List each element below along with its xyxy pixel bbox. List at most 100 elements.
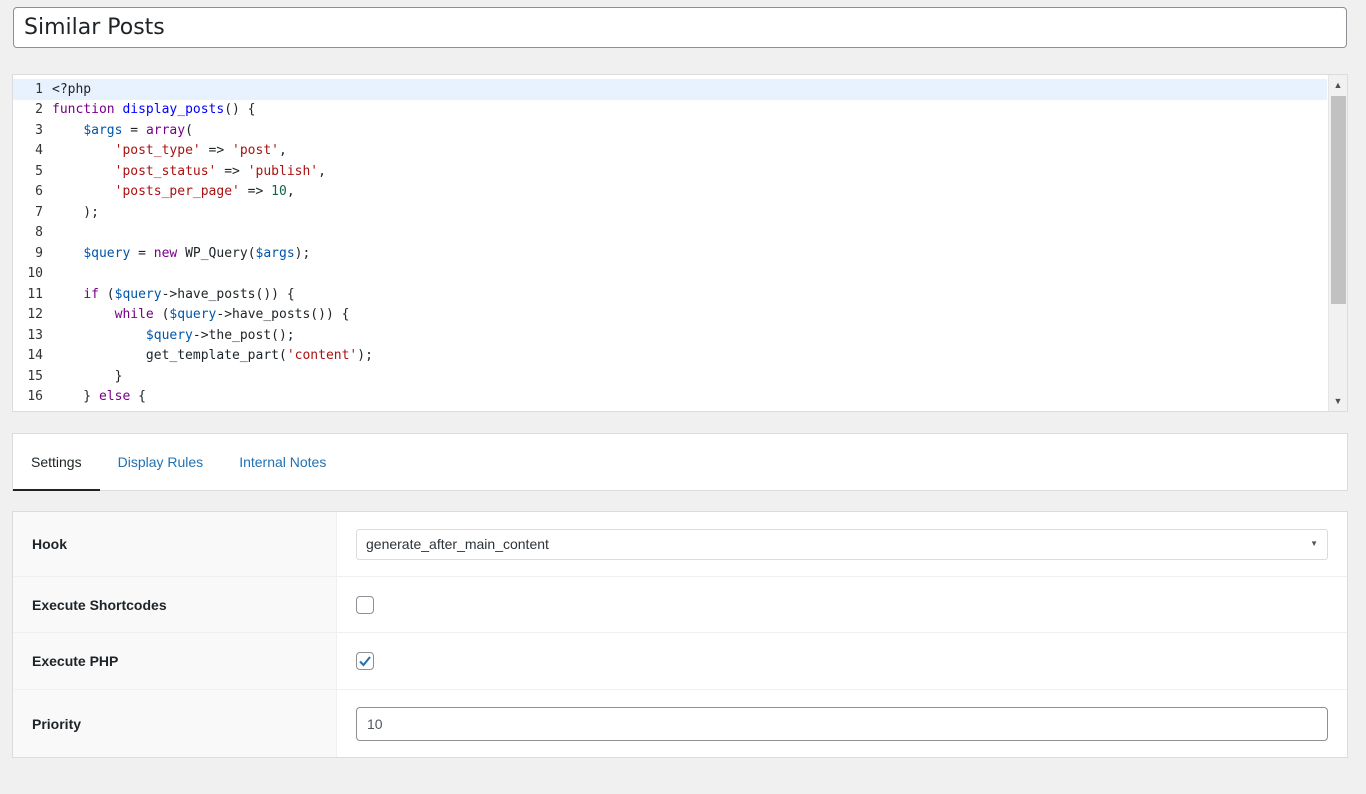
code-line[interactable]: 10 [13,264,1327,285]
code-token: $query [114,286,162,302]
code-token: WP_Query( [177,245,256,261]
scroll-down-icon[interactable]: ▼ [1329,393,1347,409]
scroll-up-icon[interactable]: ▲ [1329,77,1347,93]
code-token: ( [185,122,193,138]
code-token: if [83,286,99,302]
code-line[interactable]: 13 $query->the_post(); [13,325,1327,346]
code-token: 'publish' [247,163,319,179]
line-number: 7 [35,204,43,220]
line-number: 3 [35,122,43,138]
code-text: <?php [43,82,91,97]
code-token: () { [224,102,256,118]
execute-php-row: Execute PHP [13,633,1347,690]
editor-scrollbar[interactable]: ▲ ▼ [1328,75,1347,411]
code-token: 'post_status' [114,163,217,179]
execute-shortcodes-label: Execute Shortcodes [13,577,337,632]
code-line[interactable]: 11 if ($query->have_posts()) { [13,284,1327,305]
code-token: ); [357,348,373,364]
priority-label: Priority [13,690,337,757]
code-text: $query->the_post(); [43,328,295,343]
code-token: => [200,143,233,159]
code-token: ->the_post(); [192,327,295,343]
code-text: while ($query->have_posts()) { [43,307,350,323]
code-token: , [286,184,295,200]
code-line[interactable]: 9 $query = new WP_Query($args); [13,243,1327,264]
tab-bar: Settings Display Rules Internal Notes [12,433,1348,491]
code-token: while [114,307,154,323]
code-token: } [52,389,99,405]
line-number: 10 [27,266,43,282]
scroll-thumb[interactable] [1331,96,1346,304]
execute-php-label: Execute PHP [13,633,337,689]
code-text: if ($query->have_posts()) { [43,286,294,302]
line-number: 16 [27,389,43,405]
line-number: 15 [27,368,43,384]
line-number: 9 [35,245,43,261]
settings-table: Hook generate_after_main_content ▼ Execu… [12,511,1348,758]
post-title-input[interactable]: Similar Posts [13,7,1347,48]
code-token: $query [169,307,217,323]
code-token: array [145,122,186,138]
code-token: } [52,368,123,384]
hook-row: Hook generate_after_main_content ▼ [13,512,1347,577]
line-number: 13 [27,327,43,343]
code-token: display_posts [122,102,225,118]
code-lines[interactable]: 1 <?php 2 function display_posts() {3 $args… [13,79,1327,407]
code-token: $args [255,245,295,261]
code-line[interactable]: 8 [13,223,1327,244]
code-text: } [43,368,123,384]
execute-php-checkbox[interactable] [356,652,374,670]
code-line[interactable]: 4 'post_type' => 'post', [13,141,1327,162]
priority-input[interactable]: 10 [356,706,1328,741]
code-token: = [122,122,146,138]
code-text: 'post_status' => 'publish', [43,164,326,179]
line-number: 1 [35,81,43,97]
code-token: ); [52,204,99,220]
hook-select-value: generate_after_main_content [366,536,549,552]
code-line[interactable]: 14 get_template_part('content'); [13,346,1327,367]
code-token: 10 [271,184,287,200]
tab-internal-notes[interactable]: Internal Notes [221,434,344,490]
code-token: => [239,184,272,200]
code-line[interactable]: 6 'posts_per_page' => 10, [13,182,1327,203]
code-text: 'post_type' => 'post', [43,143,287,158]
code-line[interactable]: 12 while ($query->have_posts()) { [13,305,1327,326]
code-token: { [130,389,146,405]
code-line[interactable]: 15 } [13,366,1327,387]
hook-select[interactable]: generate_after_main_content ▼ [356,528,1328,560]
line-number: 4 [35,143,43,159]
code-line[interactable]: 16 } else { [13,387,1327,408]
code-token: 'post_type' [114,143,201,159]
code-token: ( [153,307,170,323]
code-token: 'post' [232,143,279,159]
code-text: get_template_part('content'); [43,348,373,363]
code-editor[interactable]: 1 <?php 2 function display_posts() {3 $args… [12,74,1348,412]
code-line[interactable]: 5 'post_status' => 'publish', [13,161,1327,182]
line-number: 2 [35,102,43,118]
code-line[interactable]: 1 <?php [13,79,1327,100]
code-token: $args [83,122,123,138]
code-line[interactable]: 2 function display_posts() { [13,100,1327,121]
code-token: function [52,102,123,118]
code-text: 'posts_per_page' => 10, [43,184,295,199]
line-number: 6 [35,184,43,200]
code-token: $query [83,245,131,261]
code-line[interactable]: 3 $args = array( [13,120,1327,141]
code-token: ->have_posts()) { [216,307,350,323]
code-line[interactable]: 7 ); [13,202,1327,223]
code-token: , [279,143,287,159]
execute-shortcodes-checkbox[interactable] [356,595,374,614]
tab-display-rules[interactable]: Display Rules [100,434,222,490]
hook-label: Hook [13,512,337,576]
code-text: } else { [43,389,146,404]
code-token: , [318,163,326,179]
code-token: = [130,245,154,261]
line-number: 5 [35,163,43,179]
tab-settings[interactable]: Settings [13,434,100,491]
code-token: => [216,163,248,179]
